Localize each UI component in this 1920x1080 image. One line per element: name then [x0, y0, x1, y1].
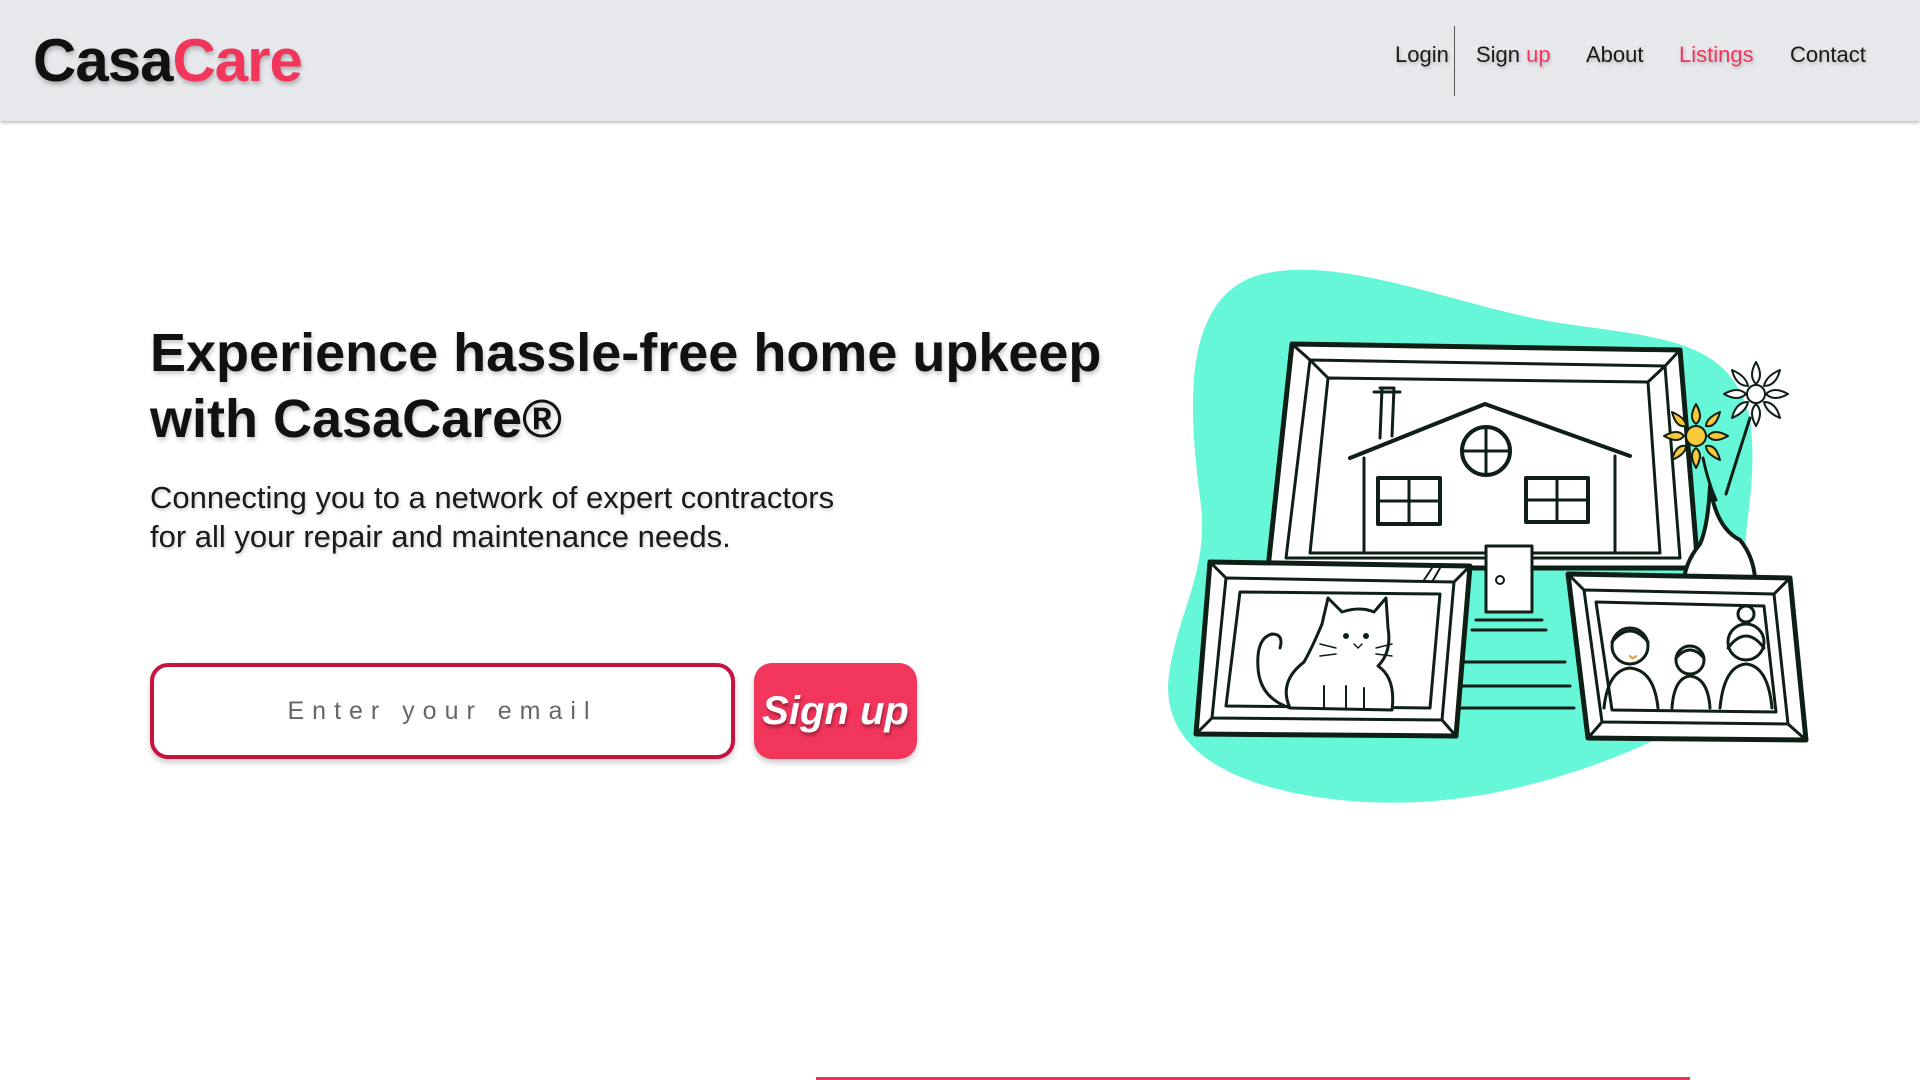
top-navbar: CasaCare Login Sign up About Listings Co… — [0, 0, 1920, 121]
email-input[interactable] — [150, 663, 735, 759]
logo-care-text: Care — [172, 27, 302, 94]
hero-title-line2: with CasaCare® — [150, 389, 562, 449]
nav-contact-link[interactable]: Contact — [1790, 42, 1866, 68]
nav-listings-link[interactable]: Listings — [1679, 42, 1754, 68]
logo-casa-text: Casa — [33, 27, 173, 94]
yellow-flower — [1663, 403, 1729, 469]
nav-login-link[interactable]: Login — [1395, 42, 1449, 68]
nav-signup-link[interactable]: Sign up — [1476, 42, 1551, 68]
family-picture-frame — [1565, 571, 1809, 743]
hero-subtitle-line1: Connecting you to a network of expert co… — [150, 480, 835, 515]
home-frames-illustration — [1168, 269, 1809, 803]
signup-button[interactable]: Sign up — [754, 663, 917, 759]
nav-signup-word1: Sign — [1476, 42, 1521, 67]
hero-title: Experience hassle-free home upkeep with … — [150, 320, 1150, 452]
cat-picture-frame — [1193, 559, 1473, 739]
login-signup-divider — [1454, 26, 1455, 96]
white-flower — [1723, 361, 1789, 427]
hero-title-line1: Experience hassle-free home upkeep — [150, 323, 1102, 383]
hero-subtitle-line2: for all your repair and maintenance need… — [150, 519, 731, 554]
casacare-logo[interactable]: CasaCare — [33, 26, 303, 95]
hero-subtitle: Connecting you to a network of expert co… — [150, 478, 1010, 556]
nav-signup-word2: up — [1526, 42, 1551, 67]
nav-about-link[interactable]: About — [1586, 42, 1644, 68]
